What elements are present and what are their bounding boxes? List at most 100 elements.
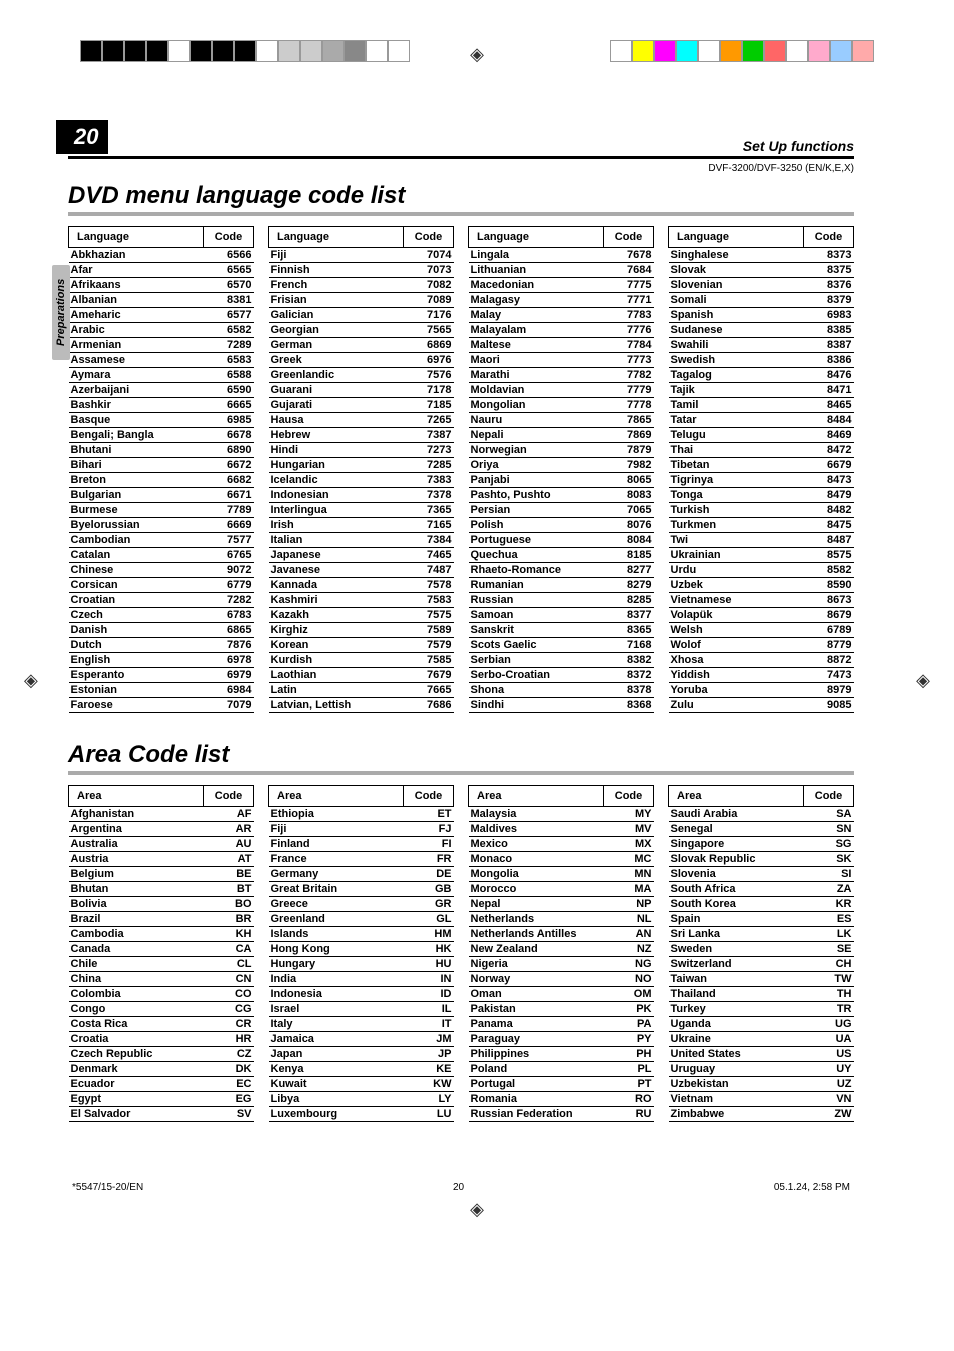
cell-code: HR	[204, 1032, 254, 1047]
cell-name: Tibetan	[669, 458, 804, 473]
crop-square	[344, 40, 366, 62]
table-row: Galician7176	[269, 308, 454, 323]
table-row: Telugu8469	[669, 428, 854, 443]
table-row: NepalNP	[469, 897, 654, 912]
cell-name: Maori	[469, 353, 604, 368]
cell-name: Wolof	[669, 638, 804, 653]
cell-code: 6984	[204, 683, 254, 698]
cell-code: TW	[804, 972, 854, 987]
table-row: Maltese7784	[469, 338, 654, 353]
cell-code: 7465	[404, 548, 454, 563]
cell-name: Finland	[269, 837, 404, 852]
cell-code: 7079	[204, 698, 254, 713]
cell-code: 6983	[804, 308, 854, 323]
table-row: Latin7665	[269, 683, 454, 698]
table-row: Javanese7487	[269, 563, 454, 578]
cell-name: Senegal	[669, 822, 804, 837]
table-row: MaldivesMV	[469, 822, 654, 837]
table-row: Frisian7089	[269, 293, 454, 308]
cell-code: 6671	[204, 488, 254, 503]
cell-code: BO	[204, 897, 254, 912]
table-row: UkraineUA	[669, 1032, 854, 1047]
cell-code: GL	[404, 912, 454, 927]
table-row: MongoliaMN	[469, 867, 654, 882]
table-row: Oriya7982	[469, 458, 654, 473]
cell-code: 7684	[604, 263, 654, 278]
table-row: Afar6565	[69, 263, 254, 278]
cell-name: Latin	[269, 683, 404, 698]
crop-square	[764, 40, 786, 62]
cell-code: IT	[404, 1017, 454, 1032]
cell-code: KR	[804, 897, 854, 912]
cell-name: Netherlands Antilles	[469, 927, 604, 942]
cell-name: Belgium	[69, 867, 204, 882]
table-row: Korean7579	[269, 638, 454, 653]
table-row: HungaryHU	[269, 957, 454, 972]
table-row: Kurdish7585	[269, 653, 454, 668]
cell-code: 7089	[404, 293, 454, 308]
cell-code: 8368	[604, 698, 654, 713]
cell-code: CG	[204, 1002, 254, 1017]
table-row: Tajik8471	[669, 383, 854, 398]
cell-name: Slovenia	[669, 867, 804, 882]
cell-name: Turkey	[669, 1002, 804, 1017]
cell-name: Maldives	[469, 822, 604, 837]
cell-name: Canada	[69, 942, 204, 957]
cell-name: South Africa	[669, 882, 804, 897]
cell-code: AN	[604, 927, 654, 942]
cell-name: Twi	[669, 533, 804, 548]
cell-name: Xhosa	[669, 653, 804, 668]
table-row: Swahili8387	[669, 338, 854, 353]
crop-square	[322, 40, 344, 62]
cell-code: 7783	[604, 308, 654, 323]
table-row: Quechua8185	[469, 548, 654, 563]
cell-name: Laothian	[269, 668, 404, 683]
footer-left: *5547/15-20/EN	[72, 1182, 143, 1193]
table-row: French7082	[269, 278, 454, 293]
table-row: FinlandFI	[269, 837, 454, 852]
column-header: Code	[804, 786, 854, 807]
cell-code: UG	[804, 1017, 854, 1032]
cell-code: TH	[804, 987, 854, 1002]
table-row: Bashkir6665	[69, 398, 254, 413]
table-row: Tonga8479	[669, 488, 854, 503]
cell-code: 7869	[604, 428, 654, 443]
cell-name: Czech Republic	[69, 1047, 204, 1062]
cell-name: Shona	[469, 683, 604, 698]
cell-code: 7176	[404, 308, 454, 323]
table-row: JapanJP	[269, 1047, 454, 1062]
table-row: Great BritainGB	[269, 882, 454, 897]
cell-name: Irish	[269, 518, 404, 533]
cell-code: AT	[204, 852, 254, 867]
table-row: PanamaPA	[469, 1017, 654, 1032]
table-row: Nauru7865	[469, 413, 654, 428]
cell-name: Oman	[469, 987, 604, 1002]
table-row: AustriaAT	[69, 852, 254, 867]
data-table: LanguageCodeLingala7678Lithuanian7684Mac…	[468, 226, 654, 713]
table-row: Netherlands AntillesAN	[469, 927, 654, 942]
crop-square	[234, 40, 256, 62]
cell-code: IL	[404, 1002, 454, 1017]
table-column: AreaCodeMalaysiaMYMaldivesMVMexicoMXMona…	[468, 785, 654, 1122]
table-row: Hungarian7285	[269, 458, 454, 473]
cell-code: 7782	[604, 368, 654, 383]
cell-code: 6570	[204, 278, 254, 293]
cell-name: Estonian	[69, 683, 204, 698]
cell-code: FJ	[404, 822, 454, 837]
data-table: AreaCodeMalaysiaMYMaldivesMVMexicoMXMona…	[468, 785, 654, 1122]
table-row: Afrikaans6570	[69, 278, 254, 293]
cell-code: 7982	[604, 458, 654, 473]
table-row: South AfricaZA	[669, 882, 854, 897]
cell-code: MX	[604, 837, 654, 852]
footer-right: 05.1.24, 2:58 PM	[774, 1182, 850, 1193]
cell-name: Hebrew	[269, 428, 404, 443]
cell-name: Italian	[269, 533, 404, 548]
data-table: AreaCodeEthiopiaETFijiFJFinlandFIFranceF…	[268, 785, 454, 1122]
cell-code: GB	[404, 882, 454, 897]
table-row: GermanyDE	[269, 867, 454, 882]
cell-code: 7775	[604, 278, 654, 293]
cell-code: 8373	[804, 248, 854, 263]
table-row: Moldavian7779	[469, 383, 654, 398]
cell-name: Sanskrit	[469, 623, 604, 638]
table-row: IsraelIL	[269, 1002, 454, 1017]
